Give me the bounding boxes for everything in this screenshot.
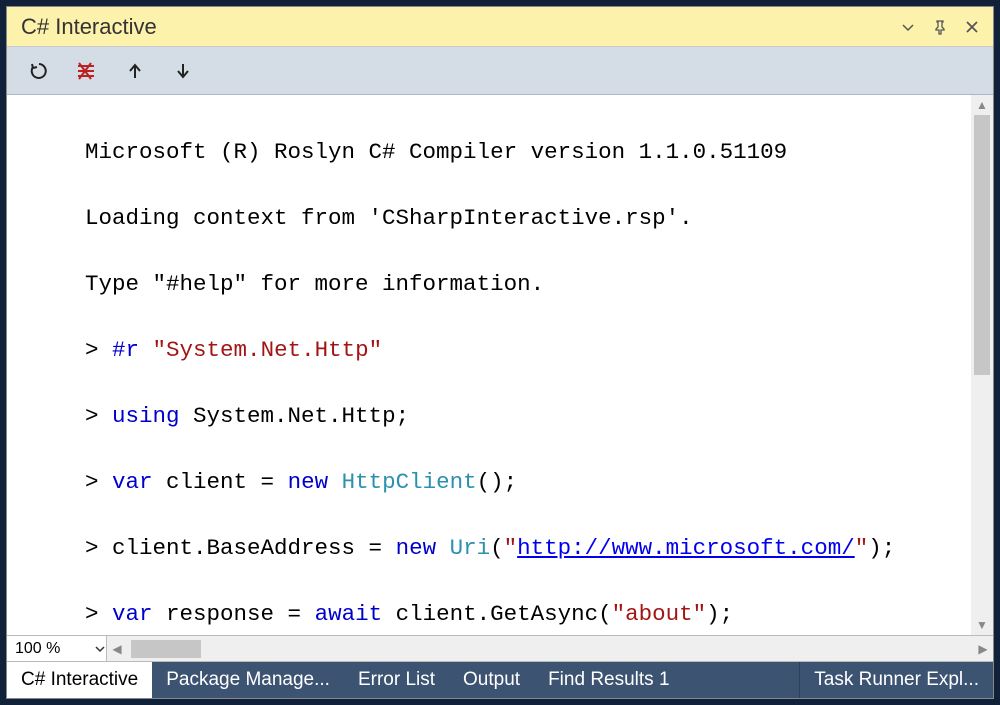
interactive-console[interactable]: Microsoft (R) Roslyn C# Compiler version… [7, 95, 971, 635]
tab-csharp-interactive[interactable]: C# Interactive [7, 662, 152, 698]
clear-screen-icon[interactable] [75, 59, 99, 83]
scroll-right-icon[interactable]: ▶ [973, 636, 993, 661]
titlebar: C# Interactive [7, 7, 993, 47]
tool-window: C# Interactive [6, 6, 994, 699]
chevron-down-icon [94, 643, 106, 655]
input-line: > client.BaseAddress = new Uri("http://w… [85, 532, 971, 565]
output-line: Type "#help" for more information. [85, 268, 971, 301]
zoom-bar: 100 % ◀ ▶ [7, 636, 993, 662]
hscroll-thumb[interactable] [131, 640, 201, 658]
horizontal-scrollbar[interactable]: ◀ ▶ [107, 636, 993, 661]
scroll-thumb[interactable] [974, 115, 990, 375]
input-line: > using System.Net.Http; [85, 400, 971, 433]
tab-error-list[interactable]: Error List [344, 662, 449, 698]
editor-area: Microsoft (R) Roslyn C# Compiler version… [7, 95, 993, 636]
tab-find-results[interactable]: Find Results 1 [534, 662, 683, 698]
output-line: Loading context from 'CSharpInteractive.… [85, 202, 971, 235]
scroll-left-icon[interactable]: ◀ [107, 636, 127, 661]
zoom-level: 100 % [15, 640, 94, 658]
history-prev-icon[interactable] [123, 59, 147, 83]
input-line: > var response = await client.GetAsync("… [85, 598, 971, 631]
input-line: > #r "System.Net.Http" [85, 334, 971, 367]
tab-task-runner[interactable]: Task Runner Expl... [799, 662, 993, 698]
vertical-scrollbar[interactable]: ▲ ▼ [971, 95, 993, 635]
close-icon[interactable] [961, 16, 983, 38]
toolbar [7, 47, 993, 95]
tab-package-manager[interactable]: Package Manage... [152, 662, 344, 698]
output-line: Microsoft (R) Roslyn C# Compiler version… [85, 136, 971, 169]
window-options-dropdown[interactable] [897, 16, 919, 38]
tab-output[interactable]: Output [449, 662, 534, 698]
reset-icon[interactable] [27, 59, 51, 83]
scroll-down-icon[interactable]: ▼ [971, 615, 993, 635]
history-next-icon[interactable] [171, 59, 195, 83]
window-title: C# Interactive [21, 14, 887, 40]
input-line: > var client = new HttpClient(); [85, 466, 971, 499]
scroll-up-icon[interactable]: ▲ [971, 95, 993, 115]
zoom-dropdown[interactable]: 100 % [7, 636, 107, 661]
pin-icon[interactable] [929, 16, 951, 38]
bottom-tabstrip: C# Interactive Package Manage... Error L… [7, 662, 993, 698]
